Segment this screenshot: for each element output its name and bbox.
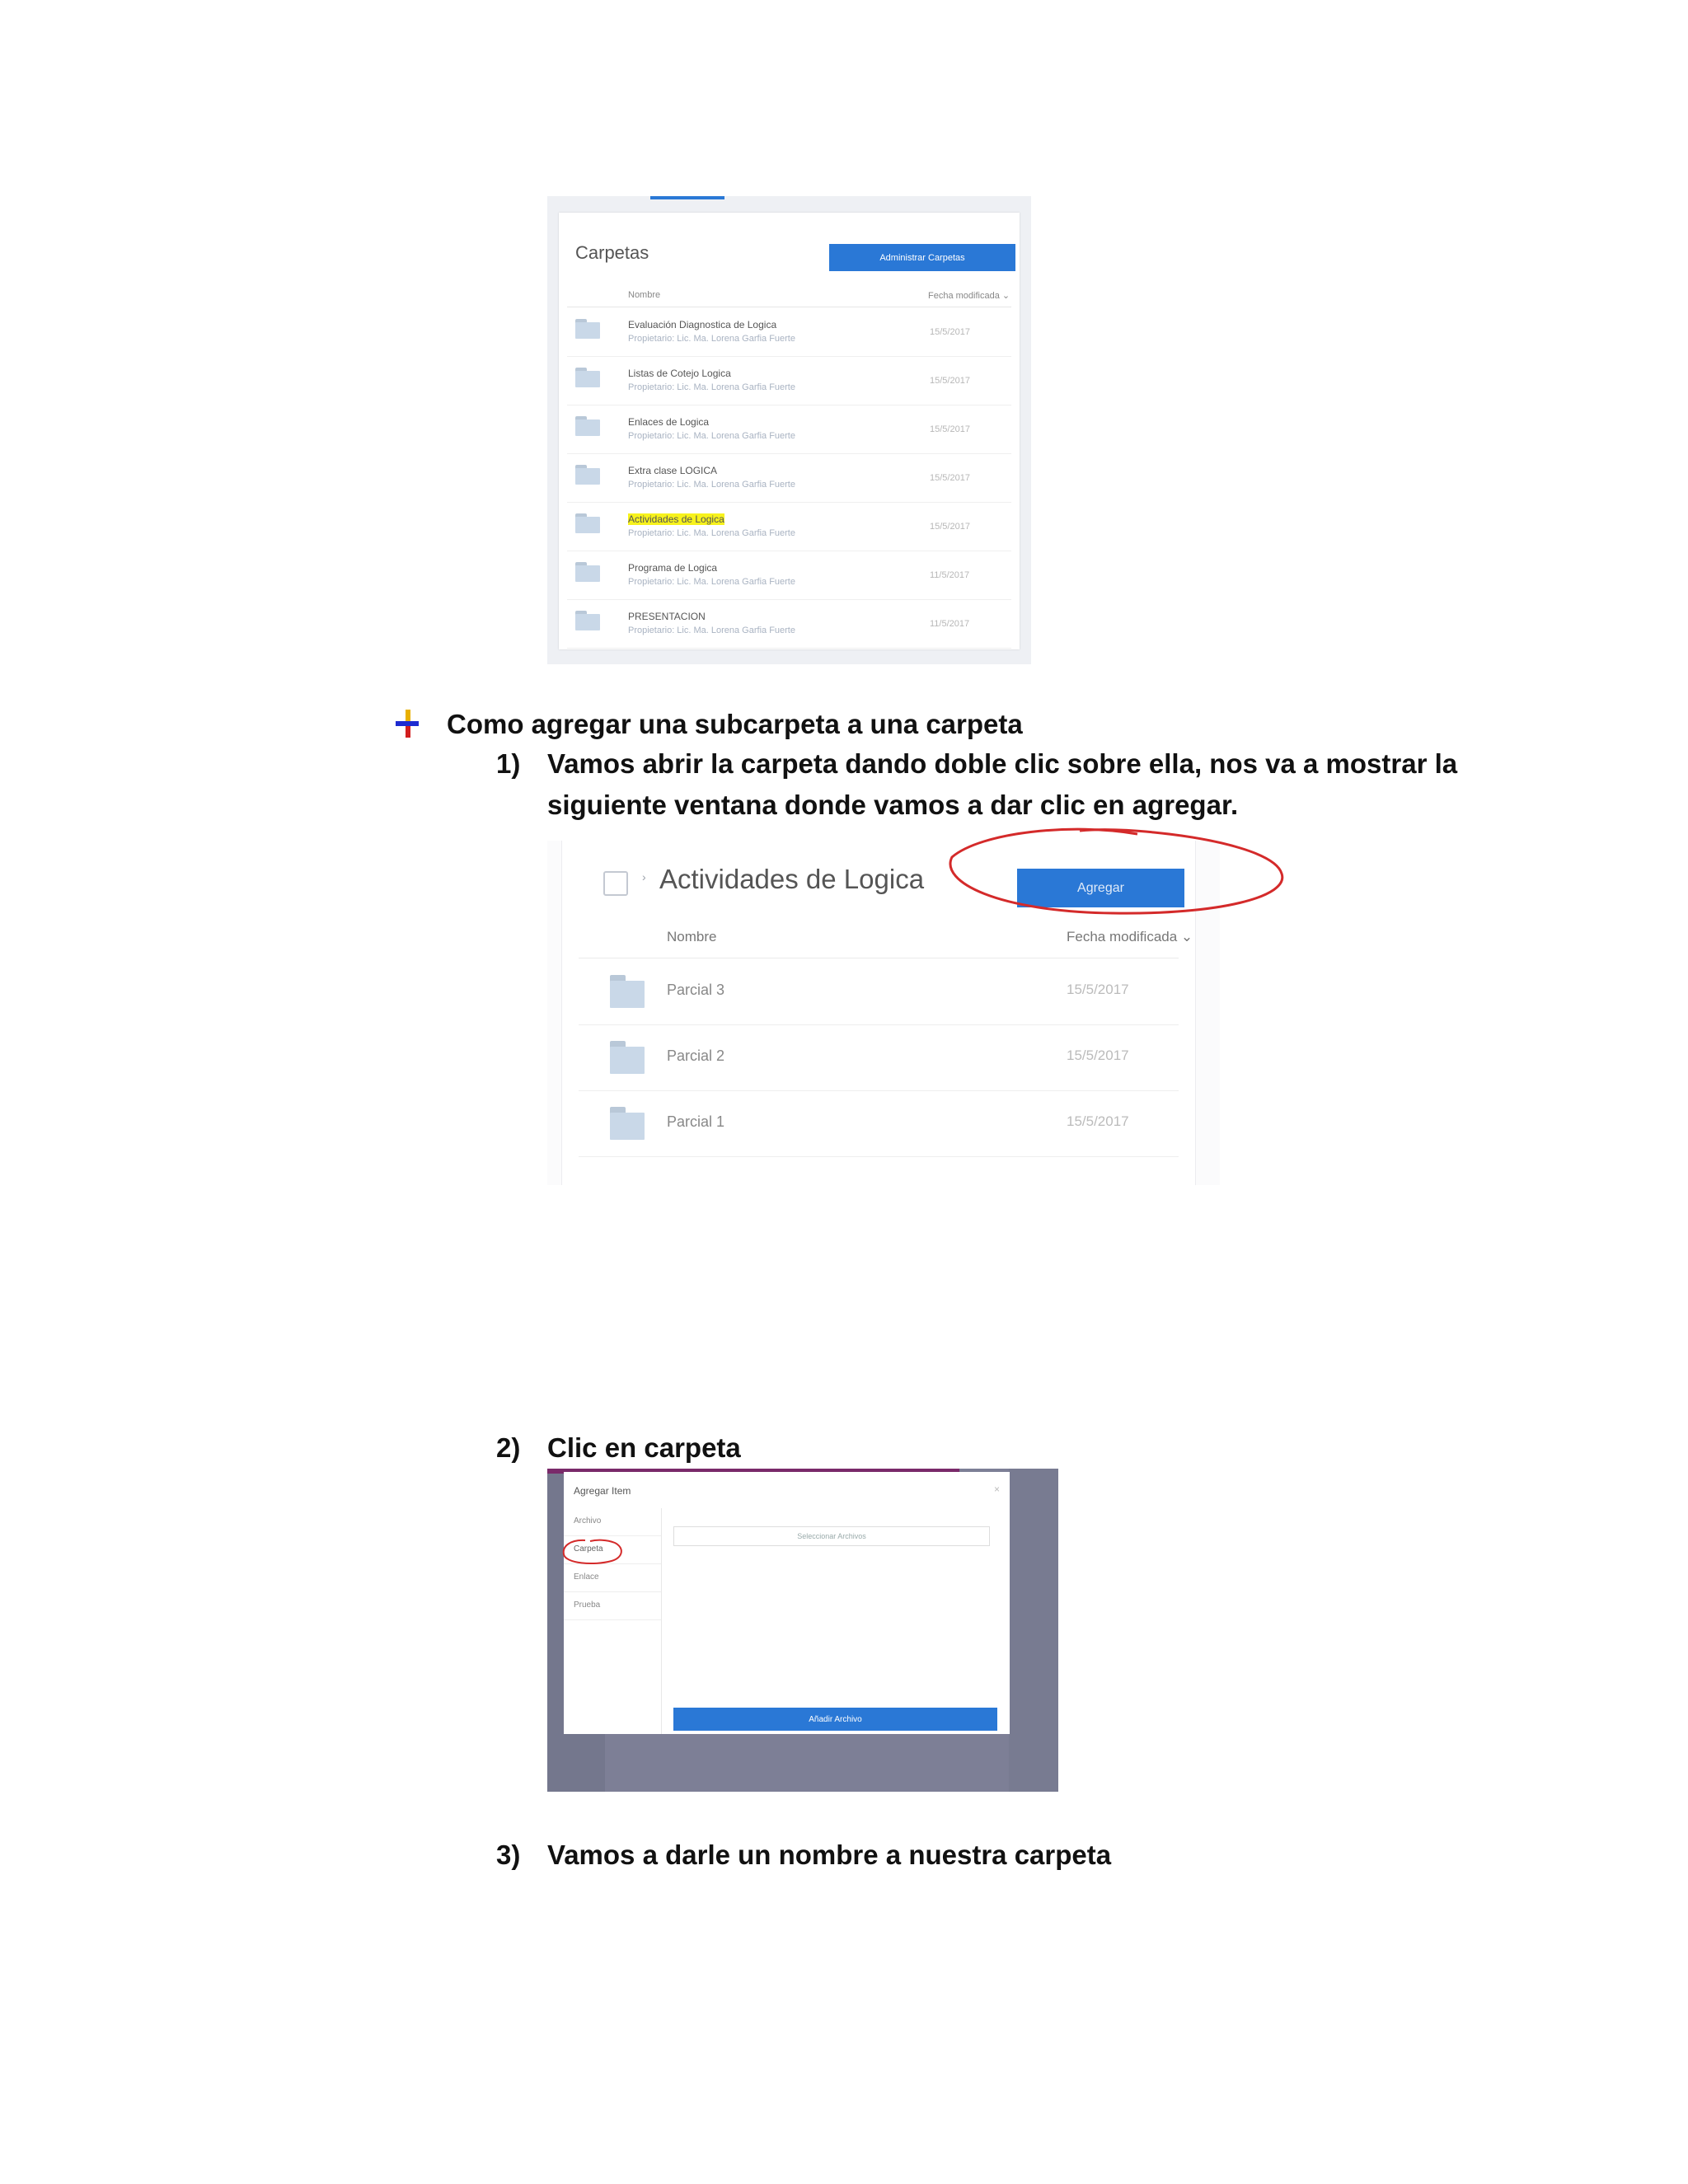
folder-row[interactable]: Enlaces de Logica Propietario: Lic. Ma. … (567, 405, 1011, 454)
folder-name[interactable]: Evaluación Diagnostica de Logica (628, 319, 776, 330)
subfolder-name[interactable]: Parcial 2 (667, 1047, 724, 1065)
column-header-date[interactable]: Fecha modificada ⌄ (928, 290, 1010, 301)
subfolder-date: 15/5/2017 (1067, 1113, 1129, 1129)
folder-date: 15/5/2017 (930, 473, 970, 483)
step-2-number: 2) (496, 1432, 521, 1463)
column-header-date[interactable]: Fecha modificada ⌄ (1067, 929, 1193, 945)
folder-owner: Propietario: Lic. Ma. Lorena Garfia Fuer… (628, 528, 795, 538)
step-1-text-line1: Vamos abrir la carpeta dando doble clic … (547, 748, 1458, 779)
close-icon[interactable]: × (994, 1483, 1000, 1495)
sidebar-item-prueba[interactable]: Prueba (564, 1592, 661, 1620)
step-1-number: 1) (496, 748, 521, 779)
folder-owner: Propietario: Lic. Ma. Lorena Garfia Fuer… (628, 577, 795, 587)
folder-icon (575, 319, 600, 339)
active-tab-indicator (650, 196, 724, 199)
folder-date: 15/5/2017 (930, 376, 970, 386)
carpetas-title: Carpetas (575, 242, 649, 263)
agregar-item-dialog: Agregar Item × Archivo Carpeta Enlace Pr… (564, 1472, 1010, 1734)
folder-row[interactable]: Evaluación Diagnostica de Logica Propiet… (567, 307, 1011, 357)
folder-date: 15/5/2017 (930, 424, 970, 434)
folder-icon (610, 1107, 645, 1140)
folder-icon (575, 562, 600, 582)
folder-name[interactable]: PRESENTACION (628, 611, 706, 622)
step-2-text: Clic en carpeta (547, 1432, 741, 1463)
subfolder-name[interactable]: Parcial 3 (667, 982, 724, 999)
subfolder-row[interactable]: Parcial 2 15/5/2017 (579, 1024, 1179, 1091)
dialog-title: Agregar Item (574, 1485, 631, 1497)
folder-row[interactable]: PRESENTACION Propietario: Lic. Ma. Loren… (567, 599, 1011, 649)
folder-owner: Propietario: Lic. Ma. Lorena Garfia Fuer… (628, 480, 795, 490)
sidebar-item-archivo[interactable]: Archivo (564, 1508, 661, 1536)
folder-date: 11/5/2017 (930, 570, 970, 580)
folder-icon (610, 975, 645, 1008)
folder-icon (575, 611, 600, 630)
folder-row[interactable]: Listas de Cotejo Logica Propietario: Lic… (567, 356, 1011, 405)
folder-name[interactable]: Programa de Logica (628, 562, 717, 574)
folder-row[interactable]: Programa de Logica Propietario: Lic. Ma.… (567, 551, 1011, 600)
folder-owner: Propietario: Lic. Ma. Lorena Garfia Fuer… (628, 382, 795, 392)
arrow-bullet-icon (394, 710, 422, 738)
subfolder-date: 15/5/2017 (1067, 1047, 1129, 1063)
step-3-text: Vamos a darle un nombre a nuestra carpet… (547, 1840, 1112, 1870)
folder-icon (610, 1041, 645, 1074)
sidebar-item-enlace[interactable]: Enlace (564, 1564, 661, 1592)
folder-date: 11/5/2017 (930, 619, 970, 629)
column-header-name[interactable]: Nombre (667, 929, 716, 945)
red-annotation-circle (562, 1539, 622, 1565)
subfolder-row[interactable]: Parcial 3 15/5/2017 (579, 958, 1179, 1025)
subfolder-name[interactable]: Parcial 1 (667, 1113, 724, 1131)
folder-icon (575, 416, 600, 436)
subfolder-row[interactable]: Parcial 1 15/5/2017 (579, 1090, 1179, 1157)
folder-name-highlighted[interactable]: Actividades de Logica (628, 513, 724, 525)
folder-name[interactable]: Listas de Cotejo Logica (628, 368, 731, 379)
administrar-carpetas-button[interactable]: Administrar Carpetas (829, 244, 1015, 271)
step-3-number: 3) (496, 1840, 521, 1870)
breadcrumb-arrow-icon: › (642, 870, 646, 883)
subfolder-date: 15/5/2017 (1067, 982, 1129, 997)
folder-outline-icon[interactable] (603, 871, 628, 896)
carpetas-screenshot: Carpetas Administrar Carpetas Nombre Fec… (547, 196, 1031, 664)
folder-name[interactable]: Extra clase LOGICA (628, 465, 717, 476)
folder-owner: Propietario: Lic. Ma. Lorena Garfia Fuer… (628, 431, 795, 441)
folder-owner: Propietario: Lic. Ma. Lorena Garfia Fuer… (628, 334, 795, 344)
folder-owner: Propietario: Lic. Ma. Lorena Garfia Fuer… (628, 626, 795, 635)
column-header-name[interactable]: Nombre (628, 290, 660, 300)
actividades-title: Actividades de Logica (659, 864, 925, 894)
select-files-input[interactable]: Seleccionar Archivos (673, 1526, 990, 1546)
folder-date: 15/5/2017 (930, 522, 970, 532)
add-file-button[interactable]: Añadir Archivo (673, 1708, 997, 1731)
folder-row[interactable]: Actividades de Logica Propietario: Lic. … (567, 502, 1011, 551)
step-1-text-line2: siguiente ventana donde vamos a dar clic… (547, 790, 1239, 820)
folder-icon (575, 368, 600, 387)
carpetas-card: Carpetas Administrar Carpetas Nombre Fec… (559, 213, 1020, 649)
agregar-item-screenshot: Agregar Item × Archivo Carpeta Enlace Pr… (547, 1469, 1058, 1792)
section-heading: Como agregar una subcarpeta a una carpet… (447, 709, 1023, 739)
folder-date: 15/5/2017 (930, 327, 970, 337)
folder-name[interactable]: Enlaces de Logica (628, 416, 709, 428)
folder-row[interactable]: Extra clase LOGICA Propietario: Lic. Ma.… (567, 453, 1011, 503)
folder-icon (575, 465, 600, 485)
red-annotation-circle (949, 827, 1284, 915)
folder-icon (575, 513, 600, 533)
